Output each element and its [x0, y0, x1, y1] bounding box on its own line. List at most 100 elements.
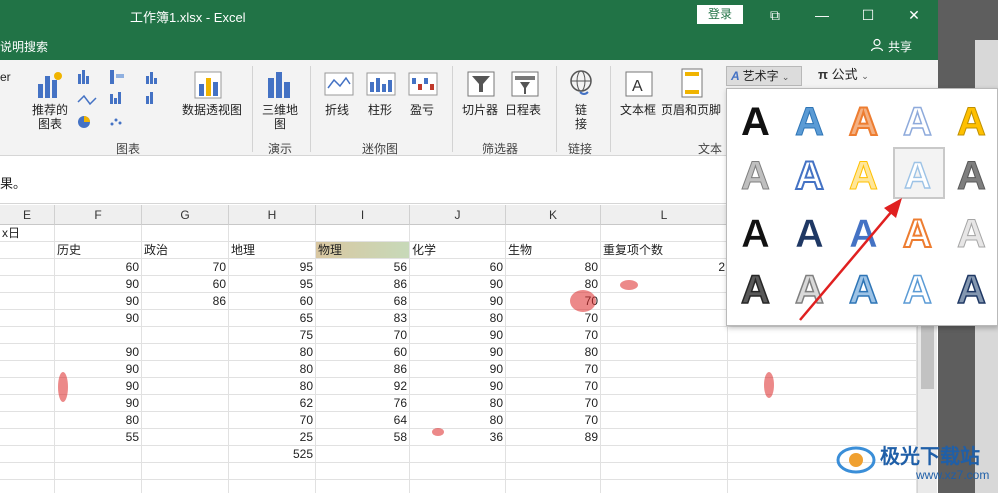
wordart-button[interactable]: A 艺术字 ⌄ [726, 66, 802, 86]
win-loss-sparkline-button[interactable]: 盈亏 [410, 103, 434, 117]
table-cell[interactable]: 70 [142, 259, 229, 276]
header-cell[interactable]: 重复项个数 [601, 242, 728, 259]
table-cell[interactable] [316, 480, 410, 493]
wordart-style-fill-orange-outline[interactable]: A [839, 93, 891, 145]
table-cell[interactable] [601, 327, 728, 344]
table-cell[interactable] [0, 327, 55, 344]
table-cell[interactable]: 90 [55, 378, 142, 395]
table-cell[interactable] [601, 293, 728, 310]
tell-me-search[interactable]: 说明搜索 [0, 38, 48, 55]
table-cell[interactable] [601, 378, 728, 395]
table-cell[interactable] [0, 429, 55, 446]
table-cell[interactable]: 36 [410, 429, 506, 446]
table-cell[interactable]: 90 [55, 310, 142, 327]
table-cell[interactable] [316, 225, 410, 242]
table-cell[interactable]: 68 [316, 293, 410, 310]
table-cell[interactable] [601, 429, 728, 446]
table-cell[interactable] [0, 412, 55, 429]
table-cell[interactable] [0, 276, 55, 293]
table-cell[interactable] [0, 361, 55, 378]
header-footer-button[interactable]: 页眉和页脚 [661, 103, 721, 117]
wordart-style-pattern-dark[interactable]: A [731, 261, 783, 313]
column-sparkline-button[interactable]: 柱形 [368, 103, 392, 117]
recommended-charts-button[interactable]: 推荐的 图表 [30, 103, 70, 131]
link-button[interactable]: 链 接 [574, 103, 588, 131]
table-cell[interactable]: 80 [410, 395, 506, 412]
table-cell[interactable]: 525 [229, 446, 316, 463]
table-cell[interactable]: 70 [506, 378, 601, 395]
column-header-l[interactable]: L [601, 205, 728, 225]
slicer-button[interactable]: 切片器 [462, 103, 498, 117]
column-header-h[interactable]: H [229, 205, 316, 225]
table-cell[interactable] [142, 361, 229, 378]
table-cell[interactable]: 90 [55, 395, 142, 412]
wordart-style-pattern-navy[interactable]: A [947, 261, 998, 313]
header-cell[interactable]: 物理 [316, 242, 410, 259]
wordart-style-fill-blue-gradient[interactable]: A [785, 93, 837, 145]
table-cell[interactable] [142, 395, 229, 412]
table-cell[interactable]: 70 [506, 395, 601, 412]
table-cell[interactable]: 70 [506, 412, 601, 429]
column-header-g[interactable]: G [142, 205, 229, 225]
minimize-button[interactable]: — [812, 5, 832, 25]
table-cell[interactable] [0, 463, 55, 480]
table-cell[interactable]: 95 [229, 276, 316, 293]
table-cell[interactable]: 90 [55, 276, 142, 293]
table-cell[interactable] [316, 446, 410, 463]
table-cell[interactable] [410, 463, 506, 480]
table-cell[interactable]: 70 [229, 412, 316, 429]
line-sparkline-button[interactable]: 折线 [325, 103, 349, 117]
table-cell[interactable]: 62 [229, 395, 316, 412]
table-cell[interactable]: 90 [55, 293, 142, 310]
table-cell[interactable]: 60 [55, 259, 142, 276]
equation-button[interactable]: π 公式 ⌄ [818, 68, 869, 83]
table-cell[interactable]: 90 [410, 344, 506, 361]
table-cell[interactable]: 86 [142, 293, 229, 310]
table-cell[interactable] [0, 395, 55, 412]
textbox-button[interactable]: 文本框 [620, 103, 656, 117]
table-cell[interactable] [229, 463, 316, 480]
table-cell[interactable] [142, 429, 229, 446]
table-cell[interactable]: 65 [229, 310, 316, 327]
table-cell[interactable]: 86 [316, 361, 410, 378]
table-cell[interactable]: 90 [55, 344, 142, 361]
table-cell[interactable] [728, 361, 917, 378]
column-header-e[interactable]: E [0, 205, 55, 225]
header-cell[interactable]: 化学 [410, 242, 506, 259]
table-cell[interactable]: 55 [55, 429, 142, 446]
table-cell[interactable]: 70 [506, 310, 601, 327]
header-cell[interactable]: 生物 [506, 242, 601, 259]
table-cell[interactable]: 60 [142, 276, 229, 293]
table-cell[interactable] [601, 225, 728, 242]
pivot-chart-button[interactable]: 数据透视图 [180, 103, 244, 117]
table-cell[interactable] [728, 344, 917, 361]
ribbon-display-icon[interactable]: ⧉ [765, 5, 785, 25]
close-button[interactable]: ✕ [904, 5, 924, 25]
table-cell[interactable] [728, 412, 917, 429]
table-cell[interactable] [55, 463, 142, 480]
table-cell[interactable] [0, 310, 55, 327]
wordart-style-fill-light-gray[interactable]: A [947, 205, 998, 257]
table-cell[interactable]: 76 [316, 395, 410, 412]
table-cell[interactable] [601, 344, 728, 361]
table-cell[interactable]: 80 [55, 412, 142, 429]
table-cell[interactable]: 60 [410, 259, 506, 276]
table-cell[interactable] [506, 480, 601, 493]
table-cell[interactable]: 2 [601, 259, 728, 276]
table-cell[interactable] [601, 446, 728, 463]
table-cell[interactable] [142, 378, 229, 395]
table-cell[interactable]: 64 [316, 412, 410, 429]
table-cell[interactable] [0, 259, 55, 276]
table-cell[interactable] [601, 412, 728, 429]
login-button[interactable]: 登录 [697, 5, 743, 24]
share-button[interactable]: 共享 [888, 38, 912, 55]
header-cell[interactable]: 历史 [55, 242, 142, 259]
table-cell[interactable]: 75 [229, 327, 316, 344]
table-cell[interactable] [0, 293, 55, 310]
table-cell[interactable] [410, 480, 506, 493]
table-cell[interactable]: 70 [506, 327, 601, 344]
header-cell[interactable] [0, 242, 55, 259]
header-cell[interactable]: 地理 [229, 242, 316, 259]
wordart-style-fill-gold[interactable]: A [947, 93, 998, 145]
table-cell[interactable] [142, 463, 229, 480]
